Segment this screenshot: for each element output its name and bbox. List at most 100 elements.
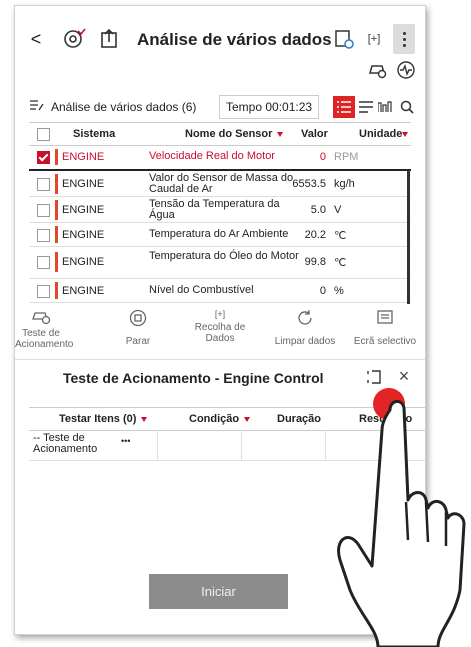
table-row[interactable]: ENGINE Valor do Sensor de Massa do Cauda… (29, 172, 411, 197)
record-data-button[interactable]: [+] Recolha de Dados (187, 307, 253, 344)
data-toolbar: Análise de vários dados (6) Tempo 00:01:… (15, 94, 425, 120)
pointing-hand-icon (337, 400, 466, 647)
col-condition[interactable]: Condição (189, 413, 251, 425)
row-sensor: Velocidade Real do Motor (149, 150, 275, 162)
sort-down-icon (244, 416, 251, 422)
graph-view-icon[interactable] (377, 98, 395, 116)
resize-panel-icon[interactable] (365, 368, 383, 386)
row-sensor: Nível do Combustível (149, 284, 254, 296)
row-unit: RPM (334, 151, 359, 163)
row-unit: V (334, 204, 342, 216)
list-view-button[interactable] (333, 96, 355, 118)
record-data-label: Recolha de Dados (194, 322, 246, 344)
search-icon[interactable] (398, 98, 416, 116)
more-options-button[interactable]: ••• (121, 436, 130, 446)
row-system: ENGINE (62, 285, 105, 297)
col-duration: Duração (277, 413, 322, 425)
row-checkbox[interactable] (37, 151, 50, 164)
table-row[interactable]: ENGINE Temperatura do Óleo do Motor 99.8… (29, 247, 411, 279)
row-sensor: Temperatura do Ar Ambiente (149, 228, 289, 240)
row-checkbox[interactable] (37, 256, 50, 269)
page-title: Análise de vários dados (137, 30, 332, 49)
back-icon: < (30, 28, 42, 49)
sort-down-icon (277, 131, 284, 137)
actuation-panel-header: Teste de Acionamento - Engine Control × (15, 359, 425, 392)
row-sensor: Valor do Sensor de Massa do Caudal de Ar (149, 172, 294, 195)
row-marker (55, 252, 58, 272)
row-value: 20.2 (304, 229, 326, 241)
list-title: Análise de vários dados (6) (51, 100, 197, 114)
col-unit[interactable]: Unidade (359, 128, 409, 140)
row-value: 99.8 (304, 256, 326, 268)
actuation-test-button[interactable]: Teste de Acionamento (15, 309, 74, 350)
more-menu-button[interactable] (393, 24, 415, 54)
sort-down-icon (402, 131, 409, 137)
elapsed-time: Tempo 00:01:23 (219, 95, 320, 119)
row-value: 5.0 (310, 204, 326, 216)
row-system: ENGINE (62, 151, 105, 163)
row-sensor: Temperatura do Óleo do Motor (149, 250, 299, 262)
edit-list-icon[interactable] (29, 98, 45, 114)
clear-data-button[interactable]: Limpar dados (265, 309, 345, 347)
col-sensor-name[interactable]: Nome do Sensor (185, 128, 284, 140)
table-scrollbar[interactable] (407, 170, 410, 304)
car-settings-icon[interactable] (367, 60, 389, 80)
time-value: 00:01:23 (265, 100, 313, 114)
vehicle-diagnostic-icon[interactable] (61, 26, 87, 52)
col-test-items[interactable]: Testar Itens (0) (59, 413, 148, 425)
row-checkbox[interactable] (37, 229, 50, 242)
row-marker (55, 282, 58, 299)
row-marker (55, 200, 58, 220)
col-value: Valor (301, 128, 328, 140)
table-row[interactable]: ENGINE Nível do Combustível 0 % (29, 279, 411, 303)
car-test-icon (32, 312, 51, 325)
panel-title: Teste de Acionamento - Engine Control (63, 370, 324, 386)
select-all-checkbox[interactable] (37, 128, 50, 141)
row-value: 6553.5 (292, 178, 326, 190)
stop-label: Parar (125, 336, 151, 347)
selective-screen-button[interactable]: Ecrã selectivo (345, 309, 425, 347)
row-unit: kg/h (334, 178, 355, 190)
row-value: 0 (319, 285, 326, 297)
row-unit: ℃ (334, 230, 347, 242)
row-system: ENGINE (62, 256, 105, 268)
time-label: Tempo (226, 100, 263, 114)
row-marker (55, 174, 58, 194)
close-panel-button[interactable]: × (395, 366, 413, 386)
row-checkbox[interactable] (37, 178, 50, 191)
row-system: ENGINE (62, 204, 105, 216)
clear-data-label: Limpar dados (274, 336, 336, 347)
row-marker (55, 226, 58, 243)
screenshot-icon: [+] (367, 33, 381, 45)
stop-icon (129, 309, 147, 327)
action-bar: Teste de Acionamento Parar [+] Recolha d… (15, 309, 425, 353)
row-checkbox[interactable] (37, 204, 50, 217)
vehicle-link-icon[interactable] (331, 26, 357, 52)
row-unit: ℃ (334, 257, 347, 269)
sensor-table-header: Sistema Nome do Sensor Valor Unidade (29, 122, 411, 146)
screenshot-button[interactable]: [+] (361, 26, 387, 52)
row-marker (55, 149, 58, 165)
row-system: ENGINE (62, 229, 105, 241)
row-sensor: Tensão da Temperatura da Água (149, 198, 280, 221)
actuation-test-label: Teste de Acionamento (15, 328, 74, 350)
test-item-name: -- Teste de Acionamento (33, 432, 98, 455)
text-view-icon[interactable] (357, 98, 375, 116)
row-value: 0 (319, 151, 326, 163)
title-bar: < Análise de vários dados [+] (15, 6, 425, 80)
screen-icon (377, 310, 393, 324)
table-row[interactable]: ENGINE Velocidade Real do Motor 0 RPM (29, 145, 411, 171)
table-row[interactable]: ENGINE Tensão da Temperatura da Água 5.0… (29, 197, 411, 223)
col-system: Sistema (73, 128, 116, 140)
refresh-icon (298, 310, 312, 325)
export-icon[interactable] (97, 26, 123, 52)
row-system: ENGINE (62, 178, 105, 190)
row-unit: % (334, 285, 344, 297)
back-button[interactable]: < (25, 28, 47, 50)
table-row[interactable]: ENGINE Temperatura do Ar Ambiente 20.2 ℃ (29, 223, 411, 247)
row-checkbox[interactable] (37, 285, 50, 298)
selective-screen-label: Ecrã selectivo (353, 336, 417, 347)
waveform-icon[interactable] (395, 60, 417, 80)
stop-button[interactable]: Parar (113, 309, 163, 347)
start-button[interactable]: Iniciar (149, 574, 288, 609)
